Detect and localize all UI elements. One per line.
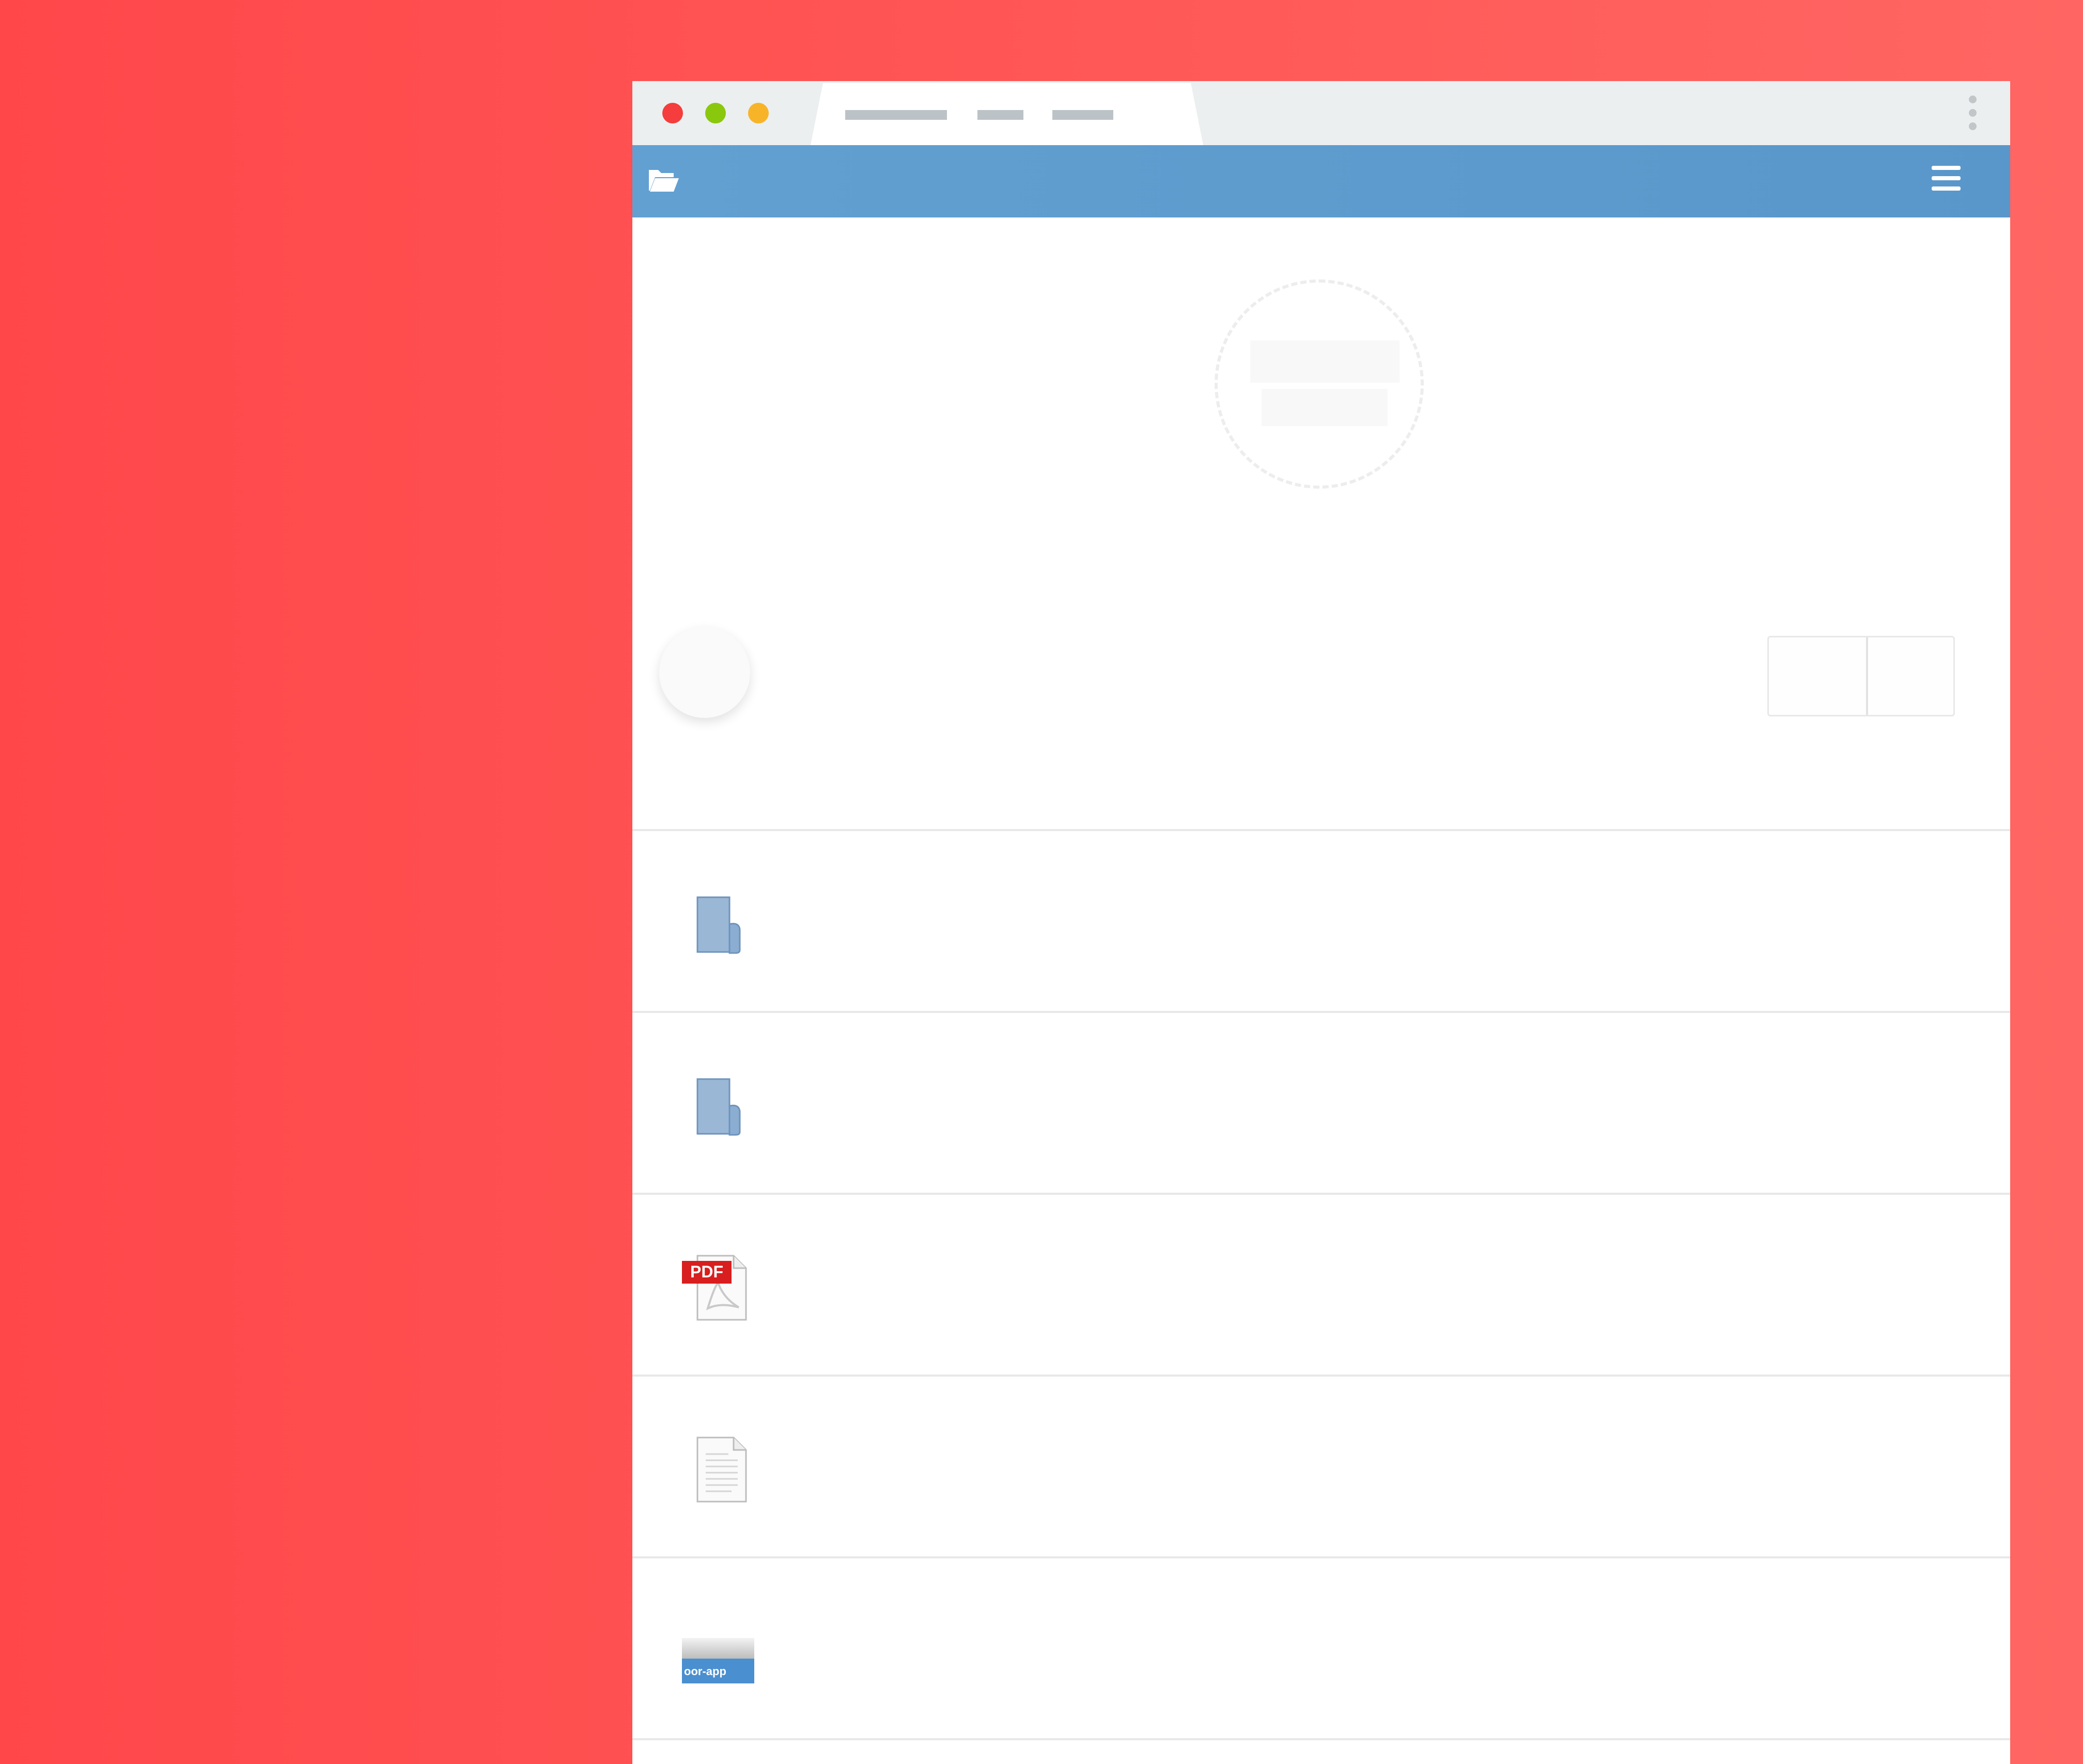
minimize-window-button[interactable] xyxy=(705,103,726,123)
file-row-text[interactable] xyxy=(632,1377,2010,1558)
file-row-folder[interactable] xyxy=(632,1013,2010,1195)
hamburger-menu-icon[interactable] xyxy=(1932,166,1961,191)
browser-tab[interactable] xyxy=(811,83,1203,145)
close-window-button[interactable] xyxy=(662,103,683,123)
kebab-menu-icon[interactable] xyxy=(1969,96,1977,136)
pdf-file-icon: PDF xyxy=(682,1255,747,1321)
folder-open-icon[interactable] xyxy=(647,166,680,195)
file-row-image[interactable]: oor-app xyxy=(632,1558,2010,1740)
folder-icon xyxy=(696,1078,741,1136)
image-file-icon: oor-app xyxy=(682,1638,754,1683)
maximize-window-button[interactable] xyxy=(748,103,769,123)
upload-drop-zone[interactable] xyxy=(1215,279,1424,489)
image-icon-label: oor-app xyxy=(684,1665,726,1678)
file-row-pdf[interactable]: PDF xyxy=(632,1195,2010,1377)
text-file-icon xyxy=(696,1437,747,1503)
avatar[interactable] xyxy=(659,627,750,718)
tab-title-placeholder xyxy=(845,110,947,120)
folder-icon xyxy=(696,896,741,954)
window-titlebar xyxy=(632,81,2010,145)
file-list: PDF oor-app xyxy=(632,831,2010,1740)
browser-window: PDF oor-app xyxy=(632,81,2010,1764)
view-toggle-divider xyxy=(1866,637,1868,715)
upload-title xyxy=(1250,340,1400,383)
upload-subtitle xyxy=(1262,389,1388,426)
tab-title-placeholder xyxy=(977,110,1023,120)
tab-title-placeholder xyxy=(1052,110,1113,120)
pdf-icon-label: PDF xyxy=(690,1262,723,1281)
app-header-bar xyxy=(632,145,2010,217)
file-row-folder[interactable] xyxy=(632,831,2010,1013)
view-toggle[interactable] xyxy=(1767,636,1955,716)
